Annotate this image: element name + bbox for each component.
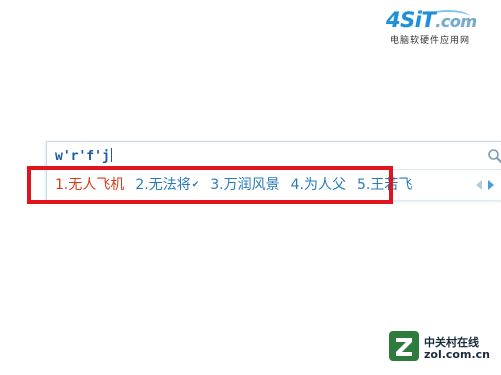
composition-text[interactable]: w'r'f'j xyxy=(55,147,112,167)
logo-subtitle: 电脑软硬件应用网 xyxy=(390,36,471,46)
arrow-right-icon[interactable] xyxy=(488,180,494,190)
site-logo: 4SiT.com 电脑软硬件应用网 xyxy=(386,8,494,46)
logo-mark-text: 4SiT xyxy=(386,8,436,32)
text-caret xyxy=(110,148,112,162)
arrow-left-icon[interactable] xyxy=(476,180,482,190)
search-icon[interactable] xyxy=(487,148,501,164)
page-arrows xyxy=(474,178,501,192)
logo-mark: 4SiT.com xyxy=(386,8,477,32)
watermark-en: zol.com.cn xyxy=(424,348,490,361)
annotation-highlight-box xyxy=(27,166,393,204)
zol-watermark: 中关村在线 zol.com.cn xyxy=(388,330,494,364)
logo-mark-domain: .com xyxy=(435,12,477,31)
zol-logo-icon xyxy=(389,331,419,361)
composition-value: w'r'f'j xyxy=(55,149,110,164)
